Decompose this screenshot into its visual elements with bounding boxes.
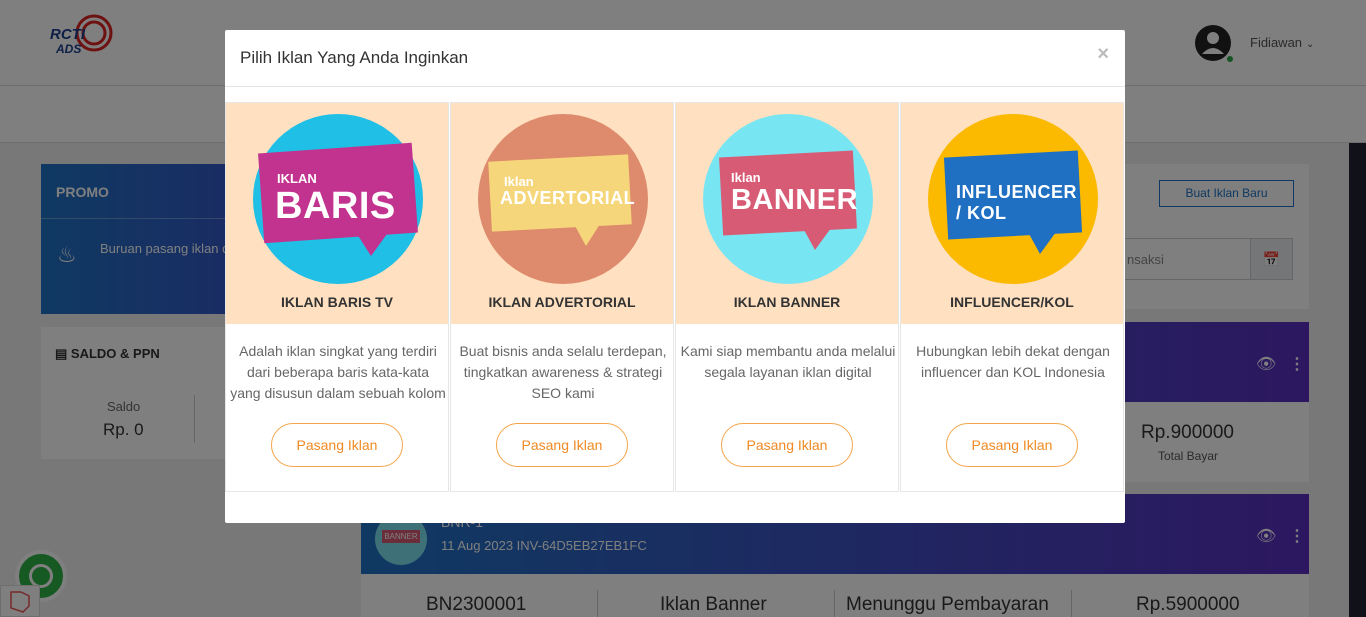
option-name: IKLAN BARIS TV	[281, 294, 393, 310]
option-description: Buat bisnis anda selalu terdepan, tingka…	[459, 343, 667, 401]
bubble-small-text: Iklan	[731, 170, 761, 185]
bubble-big-text: INFLUENCER / KOL	[956, 182, 1077, 223]
bubble-small-text: IKLAN	[277, 171, 317, 186]
bubble-big-text: ADVERTORIAL	[500, 188, 636, 208]
ad-type-modal: Pilih Iklan Yang Anda Inginkan × IKLAN B…	[225, 30, 1125, 523]
pasang-iklan-button[interactable]: Pasang Iklan	[946, 423, 1078, 467]
close-button[interactable]: ×	[1097, 43, 1109, 66]
option-illustration-area: INFLUENCER / KOL INFLUENCER/KOL	[901, 103, 1123, 324]
option-illustration-area: Iklan BANNER IKLAN BANNER	[676, 103, 898, 324]
advertorial-illustration: Iklan ADVERTORIAL	[478, 114, 648, 284]
influencer-illustration: INFLUENCER / KOL	[928, 114, 1098, 284]
option-illustration-area: Iklan ADVERTORIAL IKLAN ADVERTORIAL	[451, 103, 673, 324]
option-name: INFLUENCER/KOL	[950, 294, 1074, 310]
modal-title: Pilih Iklan Yang Anda Inginkan	[240, 48, 469, 67]
option-name: IKLAN BANNER	[733, 294, 841, 310]
modal-header: Pilih Iklan Yang Anda Inginkan ×	[225, 30, 1125, 87]
ad-option-advertorial: Iklan ADVERTORIAL IKLAN ADVERTORIAL Buat…	[450, 102, 674, 492]
bubble-big-text: BANNER	[731, 184, 859, 216]
option-description: Adalah iklan singkat yang terdiri dari b…	[230, 343, 446, 401]
pasang-iklan-button[interactable]: Pasang Iklan	[496, 423, 628, 467]
ad-option-influencer: INFLUENCER / KOL INFLUENCER/KOL Hubungka…	[900, 102, 1124, 492]
baris-illustration: IKLAN BARIS	[253, 114, 423, 284]
speech-bubble-tail	[574, 224, 600, 246]
ad-option-banner: Iklan BANNER IKLAN BANNER Kami siap memb…	[675, 102, 899, 492]
option-illustration-area: IKLAN BARIS IKLAN BARIS TV	[226, 103, 448, 324]
speech-bubble-tail	[803, 228, 831, 250]
speech-bubble-tail	[1028, 232, 1056, 254]
option-description: Hubungkan lebih dekat dengan influencer …	[916, 343, 1110, 380]
bubble-big-text: BARIS	[275, 185, 396, 227]
pasang-iklan-button[interactable]: Pasang Iklan	[271, 423, 403, 467]
pasang-iklan-button[interactable]: Pasang Iklan	[721, 423, 853, 467]
speech-bubble-tail	[357, 234, 387, 256]
banner-illustration: Iklan BANNER	[703, 114, 873, 284]
bubble-small-text: Iklan	[504, 174, 534, 189]
ad-option-baris: IKLAN BARIS IKLAN BARIS TV Adalah iklan …	[225, 102, 449, 492]
option-name: IKLAN ADVERTORIAL	[488, 294, 636, 310]
option-description: Kami siap membantu anda melalui segala l…	[680, 343, 896, 380]
